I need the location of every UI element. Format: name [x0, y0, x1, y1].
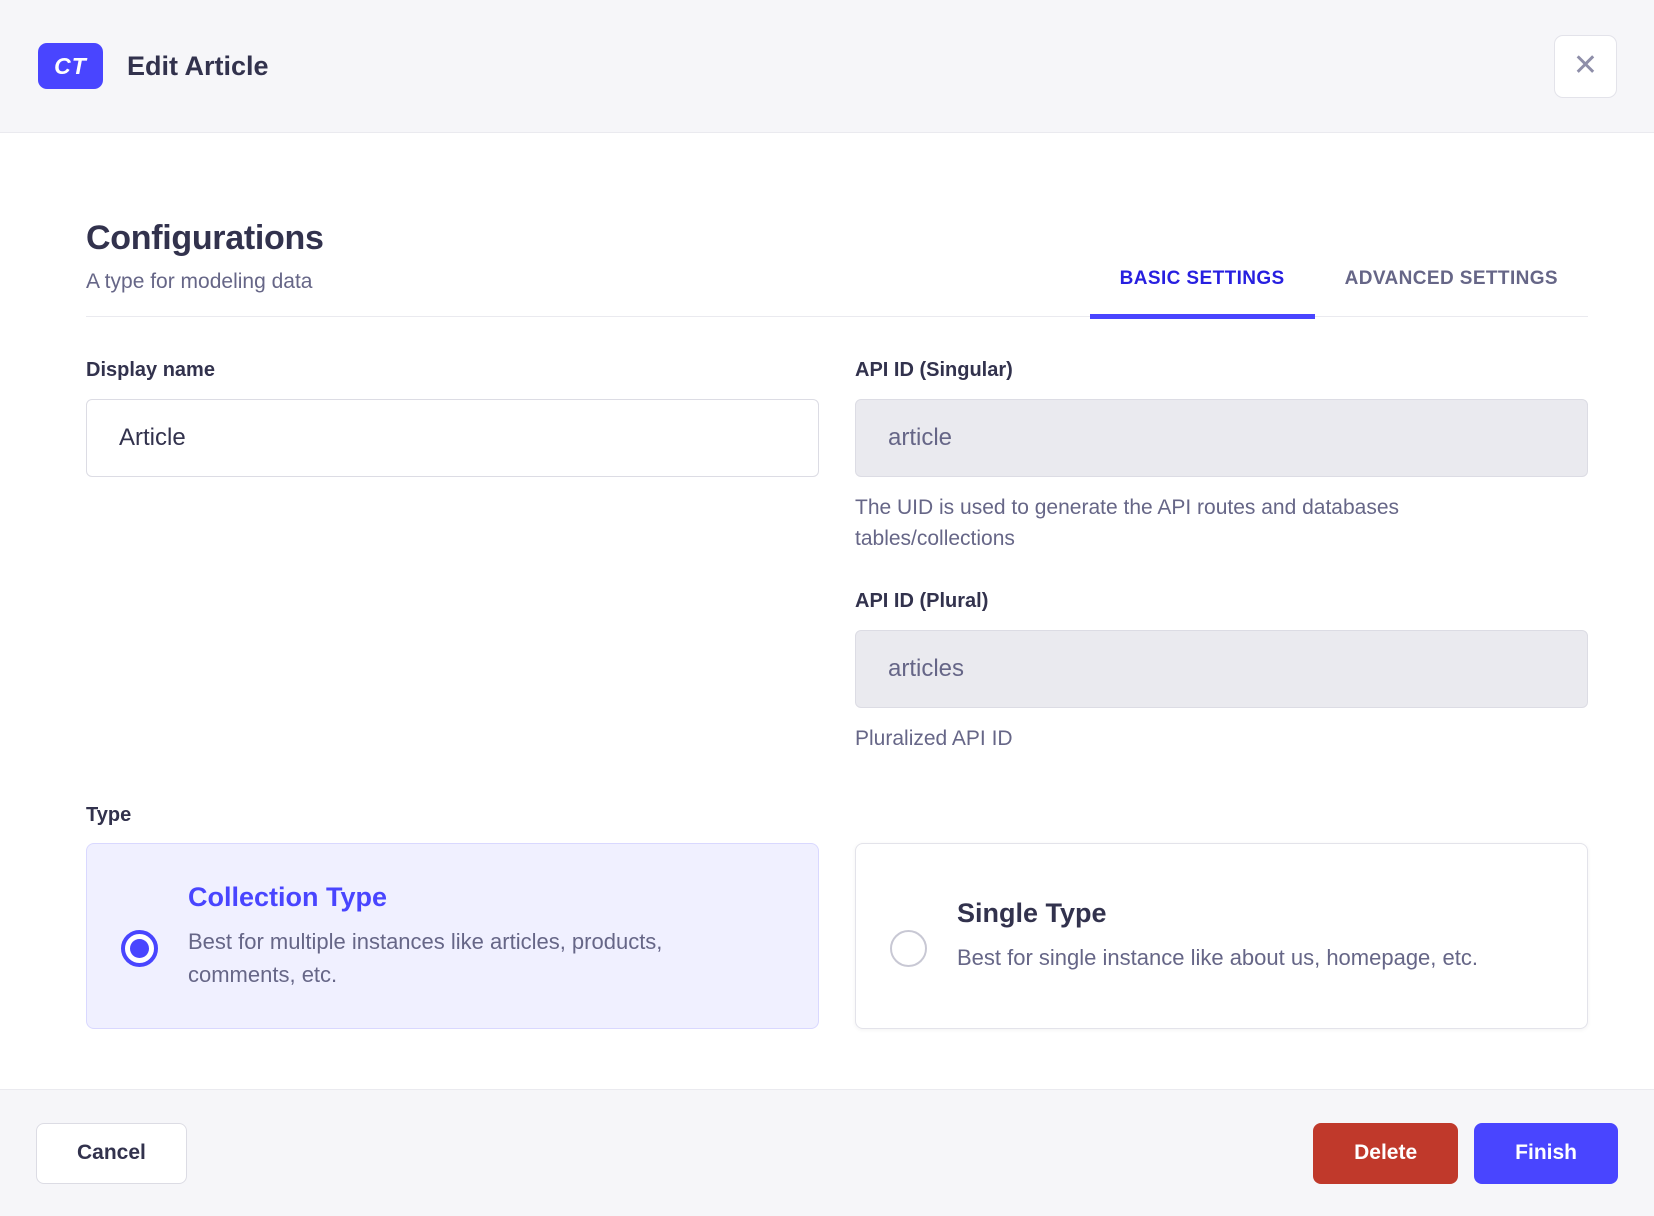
footer-actions: Delete Finish	[1313, 1122, 1618, 1184]
tab-basic-settings[interactable]: BASIC SETTINGS	[1089, 268, 1315, 319]
modal-header: CT Edit Article ✕	[0, 0, 1654, 133]
collection-type-description: Best for multiple instances like article…	[188, 928, 663, 987]
configuration-form: Display name API ID (Singular) The UID i…	[86, 359, 1588, 754]
modal-footer: Cancel Delete Finish	[0, 1089, 1654, 1216]
collection-type-card[interactable]: Collection Type Best for multiple instan…	[86, 843, 819, 1029]
single-type-text: Single Type Best for single instance lik…	[957, 898, 1478, 974]
close-button[interactable]: ✕	[1554, 34, 1617, 98]
api-id-singular-label: API ID (Singular)	[855, 359, 1013, 381]
finish-button[interactable]: Finish	[1474, 1122, 1618, 1184]
api-id-singular-input	[855, 399, 1588, 477]
single-type-description: Best for single instance like about us, …	[957, 945, 1478, 970]
single-type-card[interactable]: Single Type Best for single instance lik…	[855, 843, 1588, 1029]
api-id-column: API ID (Singular) The UID is used to gen…	[855, 359, 1588, 754]
content-type-badge: CT	[38, 43, 103, 89]
type-label: Type	[86, 804, 132, 826]
modal-title: Edit Article	[127, 50, 269, 81]
close-icon: ✕	[1572, 49, 1599, 82]
page-title: Configurations	[86, 219, 324, 257]
api-id-plural-label: API ID (Plural)	[855, 590, 989, 612]
tab-advanced-settings[interactable]: ADVANCED SETTINGS	[1315, 268, 1588, 319]
content-type-badge-label: CT	[54, 52, 87, 79]
delete-button[interactable]: Delete	[1313, 1122, 1459, 1184]
api-id-plural-field-group: API ID (Plural) Pluralized API ID	[855, 590, 1588, 754]
type-options: Collection Type Best for multiple instan…	[86, 843, 1588, 1029]
collection-type-title: Collection Type	[188, 881, 388, 912]
single-type-title: Single Type	[957, 898, 1107, 928]
single-type-radio[interactable]	[890, 929, 927, 967]
collection-type-text: Collection Type Best for multiple instan…	[188, 882, 748, 991]
cancel-button[interactable]: Cancel	[36, 1122, 187, 1184]
api-id-singular-field-group: API ID (Singular) The UID is used to gen…	[855, 359, 1588, 554]
collection-type-radio[interactable]	[121, 929, 158, 967]
api-id-plural-input	[855, 630, 1588, 708]
display-name-input[interactable]	[86, 399, 819, 477]
page-subtitle: A type for modeling data	[86, 270, 313, 293]
modal-body: Configurations A type for modeling data …	[0, 133, 1654, 1089]
section-head: Configurations A type for modeling data …	[86, 219, 1588, 319]
display-name-field-group: Display name	[86, 359, 819, 477]
section-titles: Configurations A type for modeling data	[86, 219, 324, 316]
api-id-plural-hint: Pluralized API ID	[855, 727, 1013, 750]
api-id-singular-hint: The UID is used to generate the API rout…	[855, 496, 1400, 550]
display-name-label: Display name	[86, 359, 215, 381]
settings-tabs: BASIC SETTINGS ADVANCED SETTINGS	[1089, 268, 1588, 319]
